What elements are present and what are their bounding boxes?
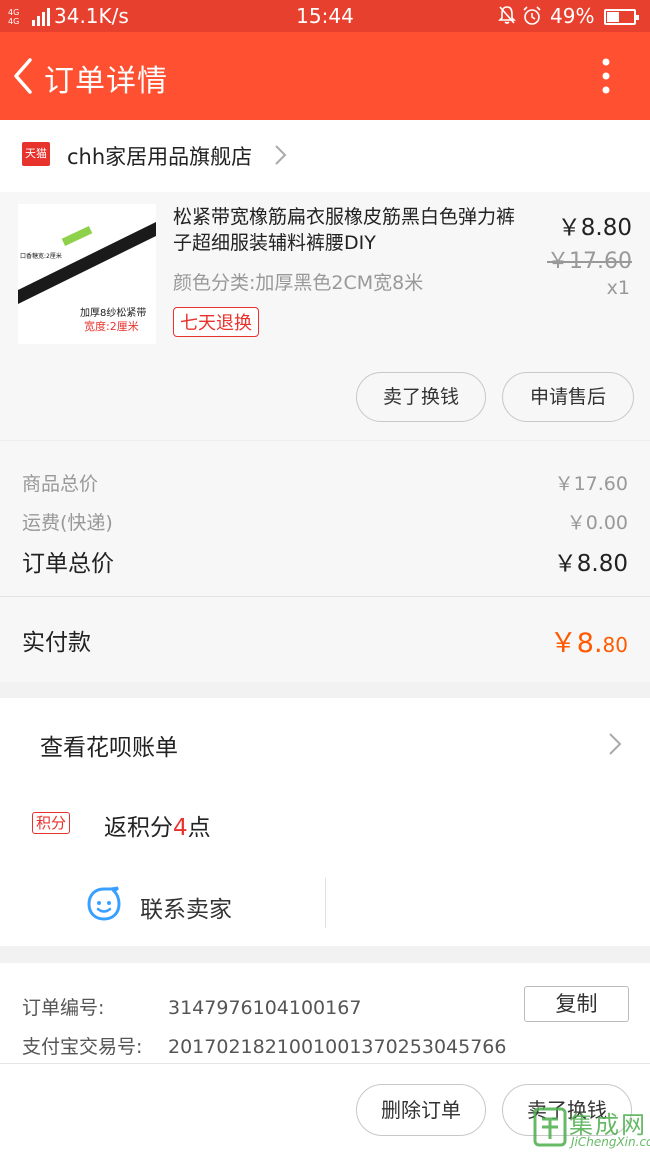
points-badge: 积分 bbox=[32, 812, 71, 834]
watermark-url: JiChengXin.com bbox=[571, 1135, 650, 1149]
alarm-icon bbox=[523, 6, 541, 25]
goods-total-label: 商品总价 bbox=[22, 473, 99, 495]
order-total-value: ￥8.80 bbox=[553, 551, 628, 577]
copy-button[interactable]: 复制 bbox=[524, 986, 629, 1022]
order-actions: 查看花呗账单 积分 返积分4点 联系卖家 bbox=[0, 698, 650, 946]
points-reward-text: 返积分4点 bbox=[104, 808, 211, 842]
product-image-icon: 口香糖宽:2厘米 加厚8纱松紧带 宽度:2厘米 bbox=[18, 204, 156, 344]
amount-paid-row: 实付款 ￥8.80 bbox=[0, 596, 650, 682]
order-number-row: 订单编号: 3147976104100167 bbox=[22, 993, 361, 1020]
item-quantity: x1 bbox=[606, 277, 630, 299]
alipay-number-row: 支付宝交易号: 2017021821001001370253045766 bbox=[22, 1032, 506, 1059]
alipay-number-value: 2017021821001001370253045766 bbox=[168, 1036, 507, 1058]
chevron-right-icon[interactable] bbox=[606, 730, 624, 758]
watermark-logo-icon bbox=[533, 1107, 567, 1147]
product-spec: 颜色分类:加厚黑色2CM宽8米 bbox=[173, 272, 424, 294]
alipay-number-label: 支付宝交易号: bbox=[22, 1036, 143, 1058]
order-number-value: 3147976104100167 bbox=[168, 997, 362, 1019]
mute-bell-icon bbox=[498, 6, 516, 24]
thumb-caption: 加厚8纱松紧带 bbox=[80, 306, 146, 319]
goods-total-value: ￥17.60 bbox=[554, 473, 628, 495]
shop-name[interactable]: chh家居用品旗舰店 bbox=[67, 141, 252, 171]
amount-paid-cents: 80 bbox=[602, 633, 628, 657]
product-thumbnail[interactable]: 口香糖宽:2厘米 加厚8纱松紧带 宽度:2厘米 bbox=[18, 204, 156, 344]
points-suffix: 点 bbox=[187, 815, 211, 841]
order-info: 订单编号: 3147976104100167 复制 支付宝交易号: 20170218… bbox=[0, 963, 650, 1063]
amount-paid-value: ￥8.80 bbox=[550, 621, 628, 660]
back-arrow-icon[interactable] bbox=[8, 54, 40, 98]
item-price: ￥8.80 bbox=[557, 215, 632, 241]
app-bar: 订单详情 bbox=[0, 32, 650, 120]
shop-row[interactable]: 天猫 chh家居用品旗舰店 bbox=[0, 120, 650, 192]
divider bbox=[325, 878, 326, 928]
battery-percent: 49% bbox=[550, 4, 595, 28]
shipping-label: 运费(快递) bbox=[22, 512, 113, 534]
chevron-right-icon bbox=[275, 145, 287, 165]
page-title: 订单详情 bbox=[44, 64, 168, 99]
view-huabei-bill-link[interactable]: 查看花呗账单 bbox=[40, 728, 178, 762]
tmall-logo-icon: 天猫 bbox=[22, 142, 50, 166]
delete-order-button[interactable]: 删除订单 bbox=[356, 1084, 486, 1136]
order-item[interactable]: 口香糖宽:2厘米 加厚8纱松紧带 宽度:2厘米 松紧带宽橡筋扁衣服橡皮筋黑白色弹… bbox=[0, 192, 650, 440]
chat-bubble-icon[interactable] bbox=[86, 886, 122, 922]
sell-for-cash-button[interactable]: 卖了换钱 bbox=[356, 372, 486, 422]
order-total-label: 订单总价 bbox=[22, 551, 114, 577]
product-title[interactable]: 松紧带宽橡筋扁衣服橡皮筋黑白色弹力裤子超细服装辅料裤腰DIY bbox=[173, 204, 533, 256]
request-aftersale-button[interactable]: 申请售后 bbox=[502, 372, 634, 422]
goods-total-row: 商品总价 ￥17.60 bbox=[22, 469, 628, 496]
battery-icon bbox=[604, 9, 639, 25]
thumb-caption-width: 宽度:2厘米 bbox=[84, 319, 139, 333]
watermark: 集成网 JiChengXin.com bbox=[533, 1103, 650, 1155]
status-bar: 4G 4G 34.1K/s 15:44 49% bbox=[0, 0, 650, 32]
shipping-value: ￥0.00 bbox=[566, 512, 628, 534]
order-number-label: 订单编号: bbox=[22, 997, 105, 1019]
points-number: 4 bbox=[173, 815, 188, 841]
price-summary: 商品总价 ￥17.60 运费(快递) ￥0.00 订单总价 ￥8.80 bbox=[0, 440, 650, 596]
points-prefix: 返积分 bbox=[104, 815, 173, 841]
shipping-row: 运费(快递) ￥0.00 bbox=[22, 508, 628, 535]
item-original-price: ￥17.60 bbox=[547, 249, 632, 274]
thumb-label: 口香糖宽:2厘米 bbox=[20, 252, 62, 260]
contact-seller-button[interactable]: 联系卖家 bbox=[140, 890, 232, 924]
amount-paid-label: 实付款 bbox=[22, 630, 91, 656]
amount-paid-main: ￥8. bbox=[549, 628, 603, 659]
return-policy-badge: 七天退换 bbox=[173, 307, 259, 337]
order-total-row: 订单总价 ￥8.80 bbox=[22, 544, 628, 578]
more-menu-icon[interactable] bbox=[594, 54, 618, 98]
